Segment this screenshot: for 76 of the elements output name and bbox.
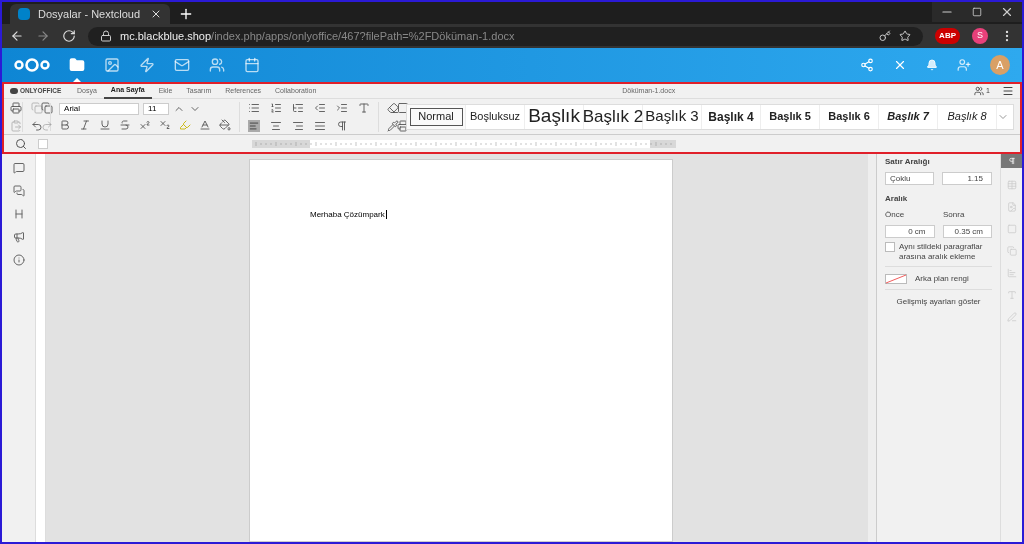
copy-style-icon[interactable] (387, 119, 400, 132)
superscript-icon[interactable] (139, 118, 152, 131)
before-label: Önce (885, 209, 906, 221)
strikethrough-icon[interactable] (119, 118, 132, 131)
nextcloud-favicon-icon (18, 8, 30, 20)
lock-icon (100, 30, 112, 42)
browser-tab[interactable]: Dosyalar - Nextcloud (10, 4, 170, 24)
underline-icon[interactable] (99, 118, 112, 131)
increase-indent-icon[interactable] (336, 101, 349, 114)
key-icon[interactable] (879, 30, 892, 42)
new-tab-icon[interactable] (178, 6, 194, 22)
paragraph-marks-icon[interactable] (336, 119, 349, 132)
checkbox-label: Aynı stildeki paragraflar arasına aralık ekleme (899, 242, 984, 262)
line-spacing-mode-field[interactable]: Çoklu (885, 172, 935, 185)
bullet-list-icon[interactable] (248, 101, 261, 114)
font-color-icon[interactable] (199, 118, 212, 131)
notifications-icon[interactable] (926, 59, 938, 71)
reload-icon[interactable] (62, 29, 76, 43)
align-center-icon[interactable] (270, 119, 283, 132)
contacts-menu-icon[interactable] (957, 58, 971, 72)
address-bar[interactable]: mc.blackblue.shop/index.php/apps/onlyoffice/467?filePath=%2FDöküman-1.docx (88, 26, 924, 46)
font-name-field[interactable]: Arial (59, 102, 140, 115)
clear-style-icon[interactable] (387, 101, 400, 114)
style-preset[interactable]: Normal (407, 104, 466, 129)
shading-icon[interactable] (219, 118, 232, 131)
files-app-icon[interactable] (69, 57, 85, 73)
print-icon[interactable] (10, 101, 22, 114)
copy-icon[interactable] (40, 101, 53, 114)
numbered-list-icon[interactable] (270, 101, 283, 114)
minimize-icon[interactable] (932, 2, 962, 22)
italic-icon[interactable] (79, 118, 92, 131)
align-right-icon[interactable] (292, 119, 305, 132)
after-label: Sonra (943, 209, 965, 221)
multilevel-list-icon[interactable] (292, 101, 305, 114)
forward-icon[interactable] (36, 29, 50, 43)
line-spacing-value-field[interactable]: 1.15 (942, 172, 992, 185)
nextcloud-logo[interactable] (14, 57, 50, 73)
after-field[interactable]: 0.35 cm (942, 225, 992, 238)
align-left-icon[interactable] (249, 120, 260, 131)
background-color-swatch[interactable] (885, 274, 907, 284)
paragraph-settings-icon[interactable] (1007, 157, 1016, 165)
scrollbar[interactable] (868, 154, 876, 542)
feedback-icon[interactable] (12, 231, 25, 243)
undo-icon[interactable] (31, 119, 44, 132)
share-icon[interactable] (860, 58, 874, 72)
background-color-label: Arka plan rengi (915, 273, 969, 285)
search-icon[interactable] (15, 137, 27, 150)
contacts-app-icon[interactable] (209, 57, 225, 73)
advanced-settings-link[interactable]: Gelişmiş ayarları göster (896, 296, 981, 308)
before-field[interactable]: 0 cm (885, 225, 935, 238)
bold-icon[interactable] (59, 118, 72, 131)
chat-icon[interactable] (12, 185, 25, 197)
justify-icon[interactable] (314, 119, 327, 132)
close-window-icon[interactable] (992, 2, 1022, 22)
calendar-app-icon[interactable] (244, 57, 260, 73)
about-icon[interactable] (12, 254, 25, 266)
spacing-label: Aralık (885, 193, 909, 205)
mail-app-icon[interactable] (174, 57, 190, 73)
checkbox[interactable] (885, 242, 895, 252)
style-preset[interactable]: Başlık 2 (584, 104, 643, 129)
comments-icon[interactable] (12, 162, 25, 174)
decrease-indent-icon[interactable] (314, 101, 327, 114)
back-icon[interactable] (10, 29, 24, 43)
extension-badge[interactable]: ABP (935, 28, 960, 44)
menu-icon[interactable] (1002, 85, 1014, 97)
subscript-icon[interactable] (159, 118, 172, 131)
document-text[interactable]: Merhaba Çözümpark (310, 210, 387, 219)
close-icon[interactable] (893, 58, 907, 72)
activity-app-icon[interactable] (139, 57, 155, 73)
bookmark-icon[interactable] (899, 30, 912, 42)
font-size-field[interactable]: 11 (143, 102, 170, 115)
line-spacing-label: Satır Aralığı (885, 156, 931, 168)
photos-app-icon[interactable] (104, 57, 120, 73)
profile-avatar[interactable]: S (972, 28, 988, 44)
style-preset[interactable]: Başlık 3 (643, 104, 702, 129)
close-tab-icon[interactable] (150, 8, 162, 20)
